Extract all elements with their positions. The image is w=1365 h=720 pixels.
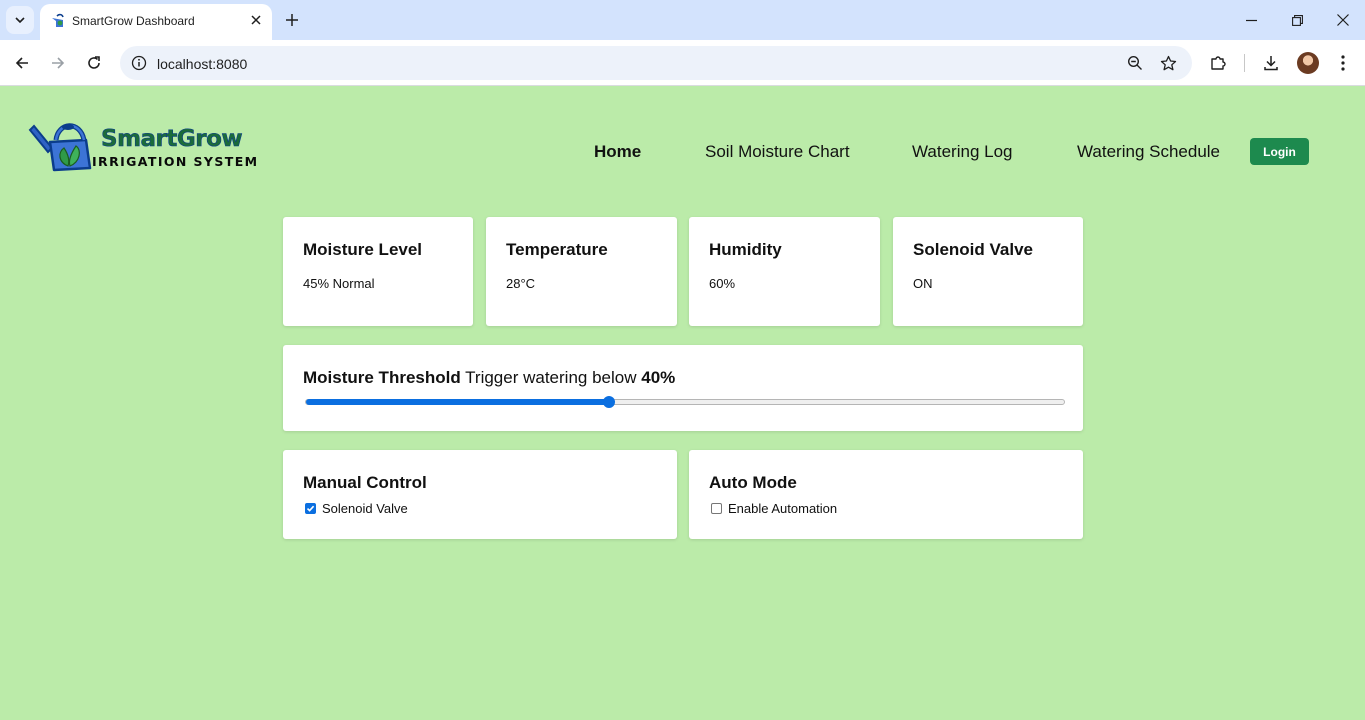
moisture-level-card: Moisture Level 45% Normal xyxy=(283,217,473,326)
tab-close-button[interactable] xyxy=(246,10,266,30)
brand-logo[interactable]: SmartGrow IRRIGATION SYSTEM xyxy=(28,116,259,174)
slider-fill xyxy=(306,399,610,405)
close-icon xyxy=(251,15,261,25)
new-tab-button[interactable] xyxy=(280,8,304,32)
browser-tab[interactable]: SmartGrow Dashboard xyxy=(40,4,272,40)
card-title: Auto Mode xyxy=(709,473,797,492)
temperature-card: Temperature 28°C xyxy=(486,217,677,326)
nav-soil-moisture-chart[interactable]: Soil Moisture Chart xyxy=(705,142,850,162)
card-title: Moisture Level xyxy=(303,240,423,259)
info-icon xyxy=(131,55,147,71)
solenoid-valve-card: Solenoid Valve ON xyxy=(893,217,1083,326)
auto-mode-card: Auto Mode Enable Automation xyxy=(689,450,1083,539)
back-button[interactable] xyxy=(8,49,36,77)
reload-icon xyxy=(88,56,100,69)
minimize-button[interactable] xyxy=(1228,0,1274,40)
browser-toolbar: localhost:8080 xyxy=(0,40,1365,86)
humidity-card: Humidity 60% xyxy=(689,217,880,326)
zoom-out-icon xyxy=(1127,55,1142,70)
solenoid-valve-checkbox[interactable] xyxy=(305,503,316,514)
forward-button[interactable] xyxy=(44,49,72,77)
address-bar[interactable]: localhost:8080 xyxy=(120,46,1192,80)
menu-button[interactable] xyxy=(1331,51,1355,75)
arrow-right-icon xyxy=(52,57,65,69)
check-icon xyxy=(306,505,315,512)
downloads-button[interactable] xyxy=(1259,51,1283,75)
download-icon xyxy=(1264,56,1278,71)
restore-icon xyxy=(1291,14,1303,26)
card-title: Solenoid Valve xyxy=(913,240,1033,259)
moisture-threshold-card: Moisture Threshold Trigger watering belo… xyxy=(283,345,1083,431)
enable-automation-toggle[interactable]: Enable Automation xyxy=(711,501,837,516)
plus-icon xyxy=(286,14,298,26)
threshold-value: 40% xyxy=(641,368,676,387)
close-window-button[interactable] xyxy=(1320,0,1365,40)
site-info-button[interactable] xyxy=(128,52,150,74)
card-value: 45% Normal xyxy=(303,276,375,291)
arrow-left-icon xyxy=(15,57,28,69)
reload-button[interactable] xyxy=(80,49,108,77)
close-icon xyxy=(1337,14,1349,26)
minimize-icon xyxy=(1245,19,1257,21)
star-icon xyxy=(1160,55,1176,70)
card-title: Humidity xyxy=(709,240,782,259)
card-value: ON xyxy=(913,276,933,291)
card-title: Manual Control xyxy=(303,473,427,492)
extensions-button[interactable] xyxy=(1206,51,1230,75)
slider-thumb[interactable] xyxy=(603,396,616,408)
more-vertical-icon xyxy=(1341,55,1345,71)
manual-control-card: Manual Control Solenoid Valve xyxy=(283,450,677,539)
enable-automation-checkbox[interactable] xyxy=(711,503,722,514)
checkbox-label: Solenoid Valve xyxy=(322,501,408,516)
nav-watering-log[interactable]: Watering Log xyxy=(912,142,1012,162)
brand-tagline: IRRIGATION SYSTEM xyxy=(92,154,259,169)
brand-name: SmartGrow xyxy=(101,126,243,153)
restore-button[interactable] xyxy=(1274,0,1320,40)
threshold-heading: Moisture Threshold Trigger watering belo… xyxy=(303,368,675,388)
threshold-slider[interactable] xyxy=(305,396,1065,408)
threshold-title: Moisture Threshold xyxy=(303,368,461,387)
card-value: 60% xyxy=(709,276,736,291)
nav-home[interactable]: Home xyxy=(594,142,641,162)
zoom-button[interactable] xyxy=(1124,52,1146,74)
url-text[interactable]: localhost:8080 xyxy=(157,56,247,72)
card-value: 28°C xyxy=(506,276,536,291)
nav-watering-schedule[interactable]: Watering Schedule xyxy=(1077,142,1220,162)
toolbar-separator xyxy=(1244,54,1245,72)
tab-title: SmartGrow Dashboard xyxy=(72,14,195,28)
solenoid-valve-toggle[interactable]: Solenoid Valve xyxy=(305,501,408,516)
checkbox-label: Enable Automation xyxy=(728,501,838,516)
login-button[interactable]: Login xyxy=(1250,138,1309,165)
card-title: Temperature xyxy=(506,240,608,259)
bookmark-button[interactable] xyxy=(1157,52,1179,74)
profile-avatar[interactable] xyxy=(1297,52,1319,74)
chevron-down-icon xyxy=(15,17,25,24)
threshold-text: Trigger watering below xyxy=(465,368,637,387)
watering-can-icon xyxy=(28,123,92,172)
browser-titlebar: SmartGrow Dashboard xyxy=(0,0,1365,40)
puzzle-icon xyxy=(1211,56,1226,70)
watering-can-favicon-icon xyxy=(52,13,64,27)
tab-search-button[interactable] xyxy=(6,6,34,34)
